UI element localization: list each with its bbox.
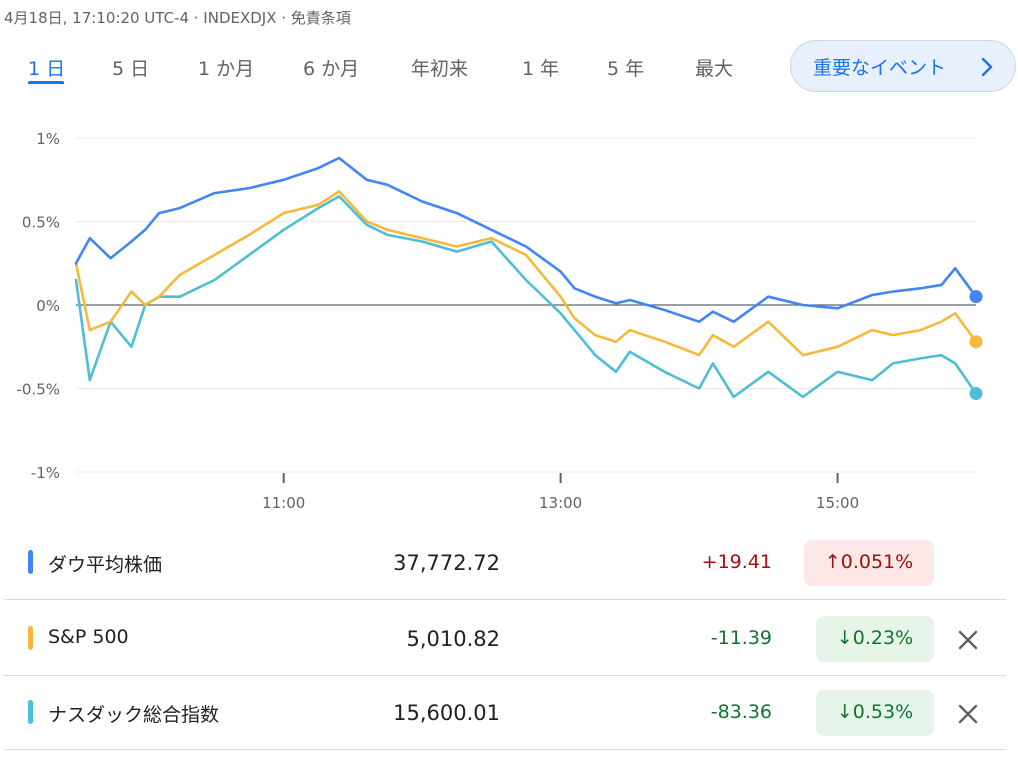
series-end-marker-dow [969, 290, 983, 304]
x-tick-label: 15:00 [816, 494, 859, 512]
sp500-color-swatch [28, 626, 33, 650]
tab-ytd[interactable]: 年初来 [411, 54, 468, 81]
row-divider [4, 675, 1006, 676]
tab-1-day[interactable]: 1 日 [28, 54, 65, 81]
tab-max[interactable]: 最大 [695, 54, 733, 81]
intraday-chart[interactable]: 1% 0.5% 0% -0.5% -1% 11:00 13:00 15:00 [0, 120, 1018, 520]
index-change: -83.36 [710, 701, 772, 723]
key-events-button[interactable]: 重要なイベント [790, 40, 1016, 92]
percent-change-badge: ↓0.23% [816, 616, 934, 662]
series-line-dow [74, 156, 978, 323]
index-row-nasdaq[interactable]: ナスダック総合指数 15,600.01 -83.36 ↓0.53% [4, 678, 1006, 750]
key-events-label: 重要なイベント [813, 57, 947, 79]
dow-color-swatch [28, 550, 33, 574]
index-value: 37,772.72 [393, 551, 500, 575]
y-tick-label: -0.5% [16, 381, 60, 399]
x-tick-label: 13:00 [539, 494, 582, 512]
index-row-dow[interactable]: ダウ平均株価 37,772.72 +19.41 ↑0.051% [4, 528, 1006, 600]
percent-change-badge: ↑0.051% [804, 540, 934, 586]
index-name: S&P 500 [48, 626, 129, 648]
row-divider [4, 599, 1006, 600]
tab-5-days[interactable]: 5 日 [112, 54, 149, 81]
y-tick-label: -1% [31, 464, 60, 482]
chevron-right-icon [981, 57, 993, 77]
y-tick-label: 0.5% [22, 214, 60, 232]
x-tick-label: 11:00 [262, 494, 305, 512]
remove-index-close-icon[interactable] [956, 702, 980, 726]
row-divider [4, 749, 1006, 750]
series-line-sp500 [74, 190, 978, 357]
index-name: ダウ平均株価 [48, 554, 163, 576]
tab-5-years[interactable]: 5 年 [607, 54, 644, 81]
y-tick-label: 0% [36, 297, 60, 315]
tab-6-months[interactable]: 6 か月 [303, 54, 359, 81]
arrow-down-icon: ↓ [836, 701, 853, 723]
index-change: -11.39 [710, 627, 772, 649]
series-line-nasdaq [74, 195, 978, 399]
index-value: 15,600.01 [393, 701, 500, 725]
tab-1-month[interactable]: 1 か月 [198, 54, 254, 81]
y-tick-label: 1% [36, 130, 60, 148]
percent-change-badge: ↓0.53% [816, 690, 934, 736]
tab-1-year[interactable]: 1 年 [522, 54, 559, 81]
series-end-marker-nasdaq [969, 387, 983, 401]
active-tab-indicator [28, 81, 64, 84]
index-value: 5,010.82 [406, 627, 500, 651]
arrow-down-icon: ↓ [836, 627, 853, 649]
quote-meta: 4月18日, 17:10:20 UTC-4 · INDEXDJX · 免責条項 [4, 9, 351, 27]
time-range-tabs: 1 日 5 日 1 か月 6 か月 年初来 1 年 5 年 最大 [0, 50, 780, 90]
series-end-marker-sp500 [969, 335, 983, 349]
index-change: +19.41 [701, 551, 772, 573]
nasdaq-color-swatch [28, 700, 33, 724]
index-name: ナスダック総合指数 [48, 704, 220, 726]
index-row-sp500[interactable]: S&P 500 5,010.82 -11.39 ↓0.23% [4, 604, 1006, 676]
arrow-up-icon: ↑ [824, 551, 841, 573]
remove-index-close-icon[interactable] [956, 628, 980, 652]
